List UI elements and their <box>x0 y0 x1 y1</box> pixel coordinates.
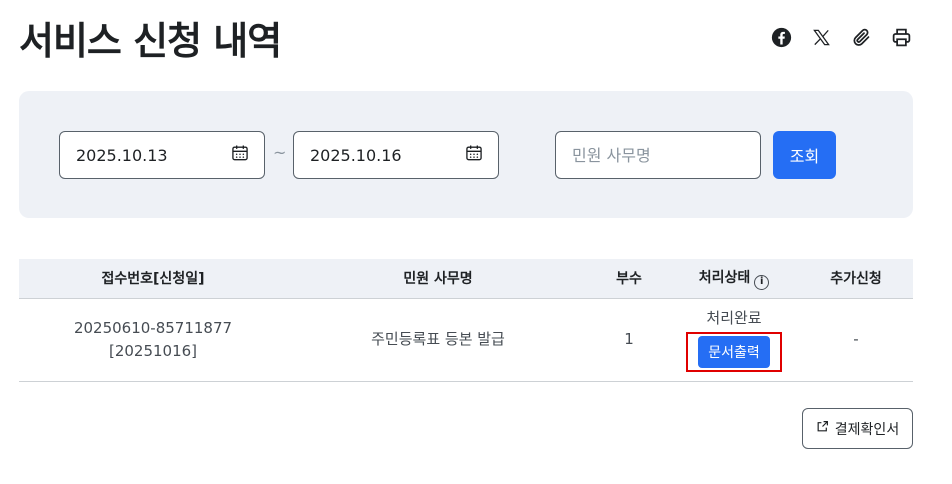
page-title: 서비스 신청 내역 <box>19 19 282 63</box>
header-additional: 추가신청 <box>799 259 913 299</box>
info-icon[interactable]: i <box>754 274 770 290</box>
header-status: 처리상태 i <box>669 259 799 299</box>
header-name: 민원 사무명 <box>287 259 589 299</box>
date-range-separator: ~ <box>273 143 287 162</box>
calendar-icon[interactable] <box>464 143 484 167</box>
print-icon[interactable] <box>890 26 912 48</box>
header-status-label: 처리상태 <box>698 269 751 286</box>
table-row: 20250610-85711877 [20251016] 주민등록표 등본 발급… <box>19 298 913 382</box>
print-document-button[interactable]: 문서출력 <box>698 336 770 369</box>
end-date-value: 2025.10.16 <box>310 145 402 165</box>
apply-date: [20251016] <box>108 341 198 360</box>
calendar-icon[interactable] <box>230 143 250 167</box>
highlight-box: 문서출력 <box>686 332 782 373</box>
application-history-table: 접수번호[신청일] 민원 사무명 부수 처리상태 i 추가신청 20250610-… <box>19 259 913 382</box>
payment-receipt-label: 결제확인서 <box>834 421 900 438</box>
start-date-value: 2025.10.13 <box>76 145 168 165</box>
receipt-cell: 20250610-85711877 [20251016] <box>19 298 287 382</box>
attachment-icon[interactable] <box>850 26 872 48</box>
share-toolbar <box>770 26 912 48</box>
facebook-icon[interactable] <box>770 26 792 48</box>
external-link-icon <box>816 420 829 437</box>
service-name: 주민등록표 등본 발급 <box>287 298 589 382</box>
start-date-field[interactable]: 2025.10.13 <box>59 131 265 179</box>
additional-cell: - <box>799 298 913 382</box>
x-icon[interactable] <box>810 26 832 48</box>
receipt-number: 20250610-85711877 <box>73 319 233 337</box>
payment-receipt-button[interactable]: 결제확인서 <box>802 408 913 449</box>
keyword-search-input[interactable] <box>555 131 761 179</box>
end-date-field[interactable]: 2025.10.16 <box>293 131 499 179</box>
status-text: 처리완료 <box>706 308 762 327</box>
copy-count: 1 <box>589 298 669 382</box>
header-receipt: 접수번호[신청일] <box>19 259 287 299</box>
table-header-row: 접수번호[신청일] 민원 사무명 부수 처리상태 i 추가신청 <box>19 259 913 299</box>
search-panel: 2025.10.13 ~ 2025.10.16 조회 <box>19 91 913 218</box>
status-cell: 처리완료 문서출력 <box>669 298 799 382</box>
search-button[interactable]: 조회 <box>773 131 836 179</box>
header-count: 부수 <box>589 259 669 299</box>
